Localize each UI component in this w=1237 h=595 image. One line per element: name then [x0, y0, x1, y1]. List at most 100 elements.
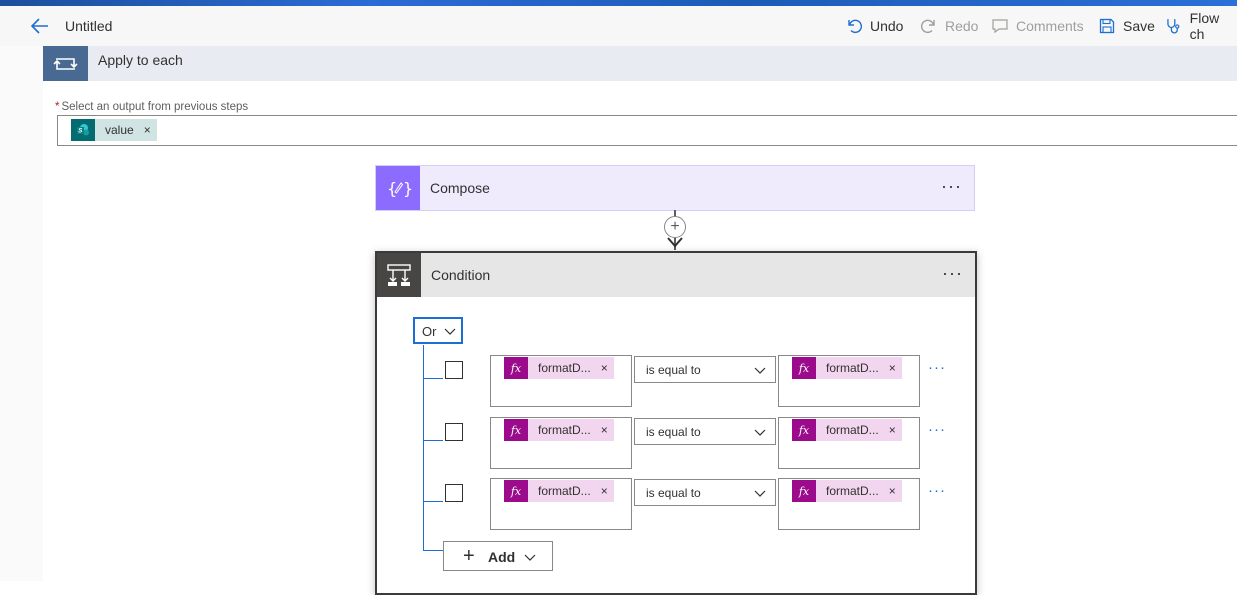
fx-token-remove-icon[interactable]: ×: [597, 423, 614, 437]
flow-checker-button[interactable]: Flow ch: [1165, 10, 1237, 42]
chevron-down-icon: [754, 367, 766, 374]
fx-token-remove-icon[interactable]: ×: [885, 361, 902, 375]
row-tree-branch: [423, 501, 443, 502]
row-checkbox[interactable]: [445, 484, 463, 502]
compose-card[interactable]: { } Compose ···: [375, 165, 975, 211]
group-tree-line: [423, 345, 424, 551]
fx-token-remove-icon[interactable]: ×: [597, 484, 614, 498]
condition-card: Condition ··· Or fx formatD... × is equa…: [375, 251, 977, 595]
fx-token-remove-icon[interactable]: ×: [885, 484, 902, 498]
operator-dropdown[interactable]: is equal to: [634, 356, 776, 383]
output-input[interactable]: S value ×: [57, 115, 1237, 146]
undo-icon: [848, 19, 863, 33]
group-operator-dropdown[interactable]: Or: [413, 317, 463, 344]
apply-to-each-title: Apply to each: [98, 52, 183, 68]
chevron-down-icon: [754, 429, 766, 436]
operator-value: is equal to: [646, 486, 701, 500]
condition-icon-tile: [377, 253, 421, 297]
chevron-down-icon: [444, 328, 456, 335]
fx-token-label: formatD...: [538, 423, 591, 437]
insert-step-plus-icon[interactable]: +: [664, 216, 686, 238]
add-label: Add: [488, 549, 516, 565]
fx-token-label: formatD...: [538, 484, 591, 498]
condition-more-icon[interactable]: ···: [942, 263, 963, 284]
fx-token-label: formatD...: [826, 361, 879, 375]
value-token[interactable]: S value ×: [71, 119, 157, 141]
save-icon: [1099, 18, 1115, 34]
svg-text:S: S: [78, 129, 82, 135]
fx-token[interactable]: fx formatD... ×: [792, 357, 902, 379]
row-more-icon[interactable]: ···: [928, 359, 946, 376]
fx-token-remove-icon[interactable]: ×: [597, 361, 614, 375]
command-bar: Untitled Undo Redo Comments Save Flow ch: [0, 6, 1237, 47]
sharepoint-icon: S: [71, 119, 95, 141]
plus-icon: +: [463, 545, 475, 567]
fx-icon: fx: [504, 480, 528, 502]
fx-token[interactable]: fx formatD... ×: [504, 419, 614, 441]
left-operand-input[interactable]: fx formatD... ×: [490, 417, 632, 469]
add-tree-branch: [423, 550, 443, 551]
fx-icon: fx: [792, 357, 816, 379]
redo-icon: [920, 19, 935, 33]
fx-token-label: formatD...: [538, 361, 591, 375]
back-arrow-icon[interactable]: [28, 14, 52, 38]
undo-button[interactable]: Undo: [845, 14, 903, 38]
fx-icon: fx: [504, 419, 528, 441]
right-operand-input[interactable]: fx formatD... ×: [778, 355, 920, 407]
operator-dropdown[interactable]: is equal to: [634, 479, 776, 506]
row-tree-branch: [423, 440, 443, 441]
value-token-label: value: [105, 123, 134, 137]
save-button[interactable]: Save: [1098, 14, 1155, 38]
fx-icon: fx: [792, 419, 816, 441]
compose-icon: { }: [387, 179, 413, 198]
fx-token-label: formatD...: [826, 484, 879, 498]
fx-token[interactable]: fx formatD... ×: [792, 480, 902, 502]
redo-button[interactable]: Redo: [920, 14, 978, 38]
undo-label: Undo: [870, 18, 904, 34]
condition-header[interactable]: Condition ···: [377, 253, 975, 297]
add-condition-button[interactable]: + Add: [443, 541, 553, 571]
operator-value: is equal to: [646, 425, 701, 439]
group-operator-value: Or: [422, 324, 437, 339]
fx-icon: fx: [792, 480, 816, 502]
fx-token-remove-icon[interactable]: ×: [885, 423, 902, 437]
apply-to-each-header[interactable]: Apply to each: [43, 46, 1237, 81]
output-field-label: * Select an output from previous steps: [55, 101, 248, 113]
row-checkbox[interactable]: [445, 423, 463, 441]
chevron-down-icon: [754, 490, 766, 497]
svg-text:}: }: [403, 179, 413, 198]
redo-label: Redo: [945, 18, 979, 34]
compose-title: Compose: [430, 180, 490, 196]
right-operand-input[interactable]: fx formatD... ×: [778, 478, 920, 530]
row-checkbox[interactable]: [445, 361, 463, 379]
required-mark: *: [55, 101, 60, 113]
fx-icon: fx: [504, 357, 528, 379]
comments-button[interactable]: Comments: [991, 14, 1084, 38]
condition-title: Condition: [431, 267, 491, 283]
right-operand-input[interactable]: fx formatD... ×: [778, 417, 920, 469]
flow-checker-label: Flow ch: [1189, 10, 1220, 42]
fx-token[interactable]: fx formatD... ×: [792, 419, 902, 441]
svg-text:{: {: [387, 179, 397, 198]
save-label: Save: [1123, 18, 1155, 34]
comments-label: Comments: [1016, 18, 1084, 34]
loop-icon-tile: [43, 46, 88, 81]
fx-token[interactable]: fx formatD... ×: [504, 480, 614, 502]
comment-icon: [992, 19, 1008, 34]
row-more-icon[interactable]: ···: [928, 421, 946, 438]
flow-title[interactable]: Untitled: [65, 18, 112, 34]
left-operand-input[interactable]: fx formatD... ×: [490, 355, 632, 407]
output-field-label-text: Select an output from previous steps: [61, 101, 249, 113]
value-token-remove-icon[interactable]: ×: [140, 123, 157, 137]
canvas-left-margin: [0, 46, 44, 581]
row-more-icon[interactable]: ···: [928, 482, 946, 499]
operator-dropdown[interactable]: is equal to: [634, 418, 776, 445]
compose-more-icon[interactable]: ···: [941, 176, 962, 197]
left-operand-input[interactable]: fx formatD... ×: [490, 478, 632, 530]
fx-token[interactable]: fx formatD... ×: [504, 357, 614, 379]
row-tree-branch: [423, 378, 443, 379]
operator-value: is equal to: [646, 363, 701, 377]
chevron-down-icon: [524, 554, 536, 561]
condition-icon: [387, 264, 411, 286]
connector-arrow-icon: [667, 237, 683, 248]
